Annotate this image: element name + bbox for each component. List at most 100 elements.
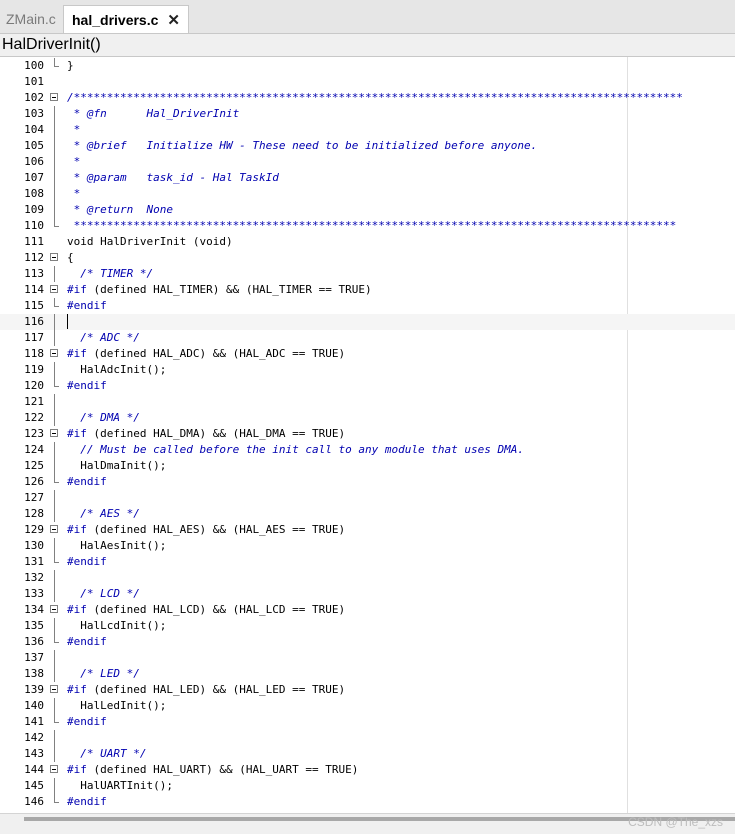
fold-toggle-icon[interactable]	[50, 90, 59, 106]
code-line[interactable]: 145 HalUARTInit();	[0, 778, 735, 794]
code-text: * @return None	[67, 202, 173, 218]
code-token: (defined HAL_TIMER) && (HAL_TIMER == TRU…	[86, 283, 372, 296]
code-line[interactable]: 134 #if (defined HAL_LCD) && (HAL_LCD == …	[0, 602, 735, 618]
code-line[interactable]: 115 #endif	[0, 298, 735, 314]
code-line[interactable]: 110 ************************************…	[0, 218, 735, 234]
code-line[interactable]: 120 #endif	[0, 378, 735, 394]
code-text: HalLcdInit();	[67, 618, 166, 634]
code-token: void HalDriverInit (void)	[67, 235, 233, 248]
code-line[interactable]: 129 #if (defined HAL_AES) && (HAL_AES == …	[0, 522, 735, 538]
code-text: /* AES */	[67, 506, 140, 522]
line-number: 107	[24, 171, 44, 184]
code-editor[interactable]: 100} 101 102/*****************************…	[0, 56, 735, 814]
code-line[interactable]: 130 HalAesInit();	[0, 538, 735, 554]
code-line[interactable]: 141 #endif	[0, 714, 735, 730]
code-line[interactable]: 132	[0, 570, 735, 586]
code-line[interactable]: 112 {	[0, 250, 735, 266]
code-line[interactable]: 139 #if (defined HAL_LED) && (HAL_LED == …	[0, 682, 735, 698]
code-line[interactable]: 106 *	[0, 154, 735, 170]
code-line[interactable]: 144 #if (defined HAL_UART) && (HAL_UART =…	[0, 762, 735, 778]
line-number: 118	[24, 347, 44, 360]
code-text: #endif	[67, 554, 107, 570]
tab-hal-drivers[interactable]: hal_drivers.c ✕	[63, 5, 189, 33]
fold-toggle-icon[interactable]	[50, 282, 59, 298]
code-line[interactable]: 143 /* UART */	[0, 746, 735, 762]
fold-empty	[50, 74, 59, 90]
code-line[interactable]: 104 *	[0, 122, 735, 138]
code-line[interactable]: 124 // Must be called before the init ca…	[0, 442, 735, 458]
code-line[interactable]: 100}	[0, 58, 735, 74]
code-line[interactable]: 127	[0, 490, 735, 506]
code-token: (defined HAL_LCD) && (HAL_LCD == TRUE)	[86, 603, 346, 616]
close-icon[interactable]: ✕	[167, 11, 180, 29]
code-line[interactable]: 135 HalLcdInit();	[0, 618, 735, 634]
line-number: 109	[24, 203, 44, 216]
code-line[interactable]: 119 HalAdcInit();	[0, 362, 735, 378]
code-line[interactable]: 111 void HalDriverInit (void)	[0, 234, 735, 250]
code-line[interactable]: 105 * @brief Initialize HW - These need …	[0, 138, 735, 154]
fold-line-icon	[50, 698, 59, 714]
code-token: (defined HAL_AES) && (HAL_AES == TRUE)	[86, 523, 346, 536]
code-line[interactable]: 128 /* AES */	[0, 506, 735, 522]
fold-line-icon	[50, 122, 59, 138]
fold-toggle-icon[interactable]	[50, 522, 59, 538]
fold-toggle-icon[interactable]	[50, 250, 59, 266]
code-token: (defined HAL_ADC) && (HAL_ADC == TRUE)	[86, 347, 346, 360]
line-number: 133	[24, 587, 44, 600]
preprocessor-directive: #if	[67, 603, 87, 616]
code-line[interactable]: 117 /* ADC */	[0, 330, 735, 346]
code-line[interactable]: 138 /* LED */	[0, 666, 735, 682]
preprocessor-directive: #if	[67, 763, 87, 776]
code-line[interactable]: 118 #if (defined HAL_ADC) && (HAL_ADC == …	[0, 346, 735, 362]
preprocessor-directive: #if	[67, 683, 87, 696]
code-line[interactable]: 146 #endif	[0, 794, 735, 810]
code-line[interactable]: 142	[0, 730, 735, 746]
code-line[interactable]: 113 /* TIMER */	[0, 266, 735, 282]
code-text: #if (defined HAL_LCD) && (HAL_LCD == TRU…	[67, 602, 345, 618]
code-line[interactable]: 126 #endif	[0, 474, 735, 490]
code-text: #if (defined HAL_DMA) && (HAL_DMA == TRU…	[67, 426, 345, 442]
fold-line-icon	[50, 650, 59, 666]
fold-toggle-icon[interactable]	[50, 682, 59, 698]
code-line[interactable]: 122 /* DMA */	[0, 410, 735, 426]
code-line[interactable]: 109 * @return None	[0, 202, 735, 218]
code-comment: * @fn Hal_DriverInit	[67, 107, 240, 120]
code-text: *	[67, 186, 81, 202]
code-line[interactable]: 136 #endif	[0, 634, 735, 650]
code-text: #endif	[67, 714, 107, 730]
code-line[interactable]: 140 HalLedInit();	[0, 698, 735, 714]
code-line[interactable]: 103 * @fn Hal_DriverInit	[0, 106, 735, 122]
code-line[interactable]: 116	[0, 314, 735, 330]
code-line[interactable]: 107 * @param task_id - Hal TaskId	[0, 170, 735, 186]
code-line[interactable]: 101	[0, 74, 735, 90]
code-line[interactable]: 123 #if (defined HAL_DMA) && (HAL_DMA == …	[0, 426, 735, 442]
fold-toggle-icon[interactable]	[50, 346, 59, 362]
line-number: 100	[24, 59, 44, 72]
code-line[interactable]: 125 HalDmaInit();	[0, 458, 735, 474]
horizontal-scrollbar[interactable]	[0, 813, 735, 834]
line-number: 128	[24, 507, 44, 520]
code-line[interactable]: 121	[0, 394, 735, 410]
line-number: 126	[24, 475, 44, 488]
code-line[interactable]: 131 #endif	[0, 554, 735, 570]
code-line[interactable]: 133 /* LCD */	[0, 586, 735, 602]
fold-toggle-icon[interactable]	[50, 426, 59, 442]
code-token: (defined HAL_UART) && (HAL_UART == TRUE)	[86, 763, 359, 776]
function-navigator[interactable]: HalDriverInit()	[0, 34, 735, 56]
preprocessor-directive: #endif	[67, 379, 107, 392]
tab-zmain[interactable]: ZMain.c	[0, 5, 62, 33]
code-line[interactable]: 108 *	[0, 186, 735, 202]
fold-toggle-icon[interactable]	[50, 762, 59, 778]
code-line[interactable]: 137	[0, 650, 735, 666]
line-number: 104	[24, 123, 44, 136]
fold-toggle-icon[interactable]	[50, 602, 59, 618]
code-line[interactable]: 102 /************************************…	[0, 90, 735, 106]
code-text: HalLedInit();	[67, 698, 166, 714]
code-line[interactable]: 114 #if (defined HAL_TIMER) && (HAL_TIMER…	[0, 282, 735, 298]
fold-line-icon	[50, 746, 59, 762]
fold-line-icon	[50, 778, 59, 794]
fold-end-icon	[50, 218, 59, 234]
fold-line-icon	[50, 106, 59, 122]
